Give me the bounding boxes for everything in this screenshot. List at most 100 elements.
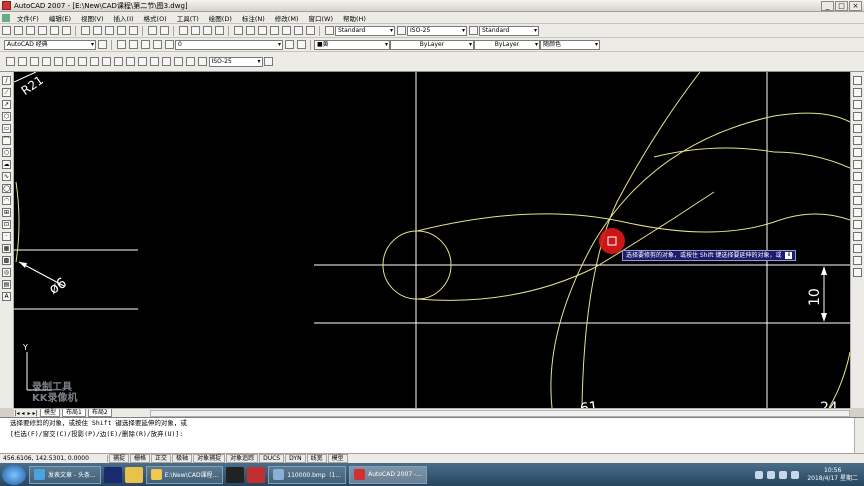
break-icon[interactable]	[853, 219, 862, 229]
maximize-button[interactable]: □	[835, 0, 848, 11]
tolerance-icon[interactable]	[150, 57, 159, 66]
taskbar-item-image[interactable]: 110000.bmp（1...	[268, 465, 347, 484]
ordinate-dim-icon[interactable]	[42, 57, 51, 66]
xline-icon[interactable]: ⟋	[2, 87, 11, 97]
paste-icon[interactable]	[104, 26, 114, 35]
tab-model[interactable]: 模型	[40, 409, 61, 417]
extend-icon[interactable]	[853, 195, 862, 205]
layer-select[interactable]: 0	[175, 39, 283, 50]
workspace-settings-icon[interactable]	[97, 40, 107, 49]
menu-window[interactable]: 窗口(W)	[303, 13, 338, 23]
start-button[interactable]	[2, 464, 26, 485]
ellipse-icon[interactable]: ◯	[2, 183, 11, 193]
taskbar-item-folder[interactable]: E:\New\CAD课程...	[145, 465, 224, 484]
move-icon[interactable]	[853, 135, 862, 145]
flag-icon[interactable]	[791, 470, 800, 479]
recorder-icon[interactable]	[247, 466, 266, 483]
menu-tools[interactable]: 工具(T)	[172, 13, 204, 23]
command-scrollbar[interactable]	[854, 418, 864, 453]
erase-icon[interactable]	[853, 75, 862, 85]
workspace-select[interactable]: AutoCAD 经典	[4, 39, 96, 50]
sun-icon[interactable]	[152, 40, 162, 49]
chamfer-icon[interactable]	[853, 243, 862, 253]
match-properties-icon[interactable]	[116, 26, 126, 35]
publish-icon[interactable]	[61, 26, 71, 35]
print-preview-icon[interactable]	[49, 26, 59, 35]
sheet-set-icon[interactable]	[269, 26, 279, 35]
menu-dimension[interactable]: 标注(N)	[237, 13, 270, 23]
new-icon[interactable]	[1, 26, 11, 35]
drawing-canvas[interactable]: ø6 R21 Y 10 24 选择要修剪的对象，或按住 Shift 键选择要延伸…	[14, 72, 850, 408]
grid-toggle[interactable]: 栅格	[130, 454, 151, 463]
quick-leader-icon[interactable]	[138, 57, 147, 66]
taskbar-item-autocad[interactable]: AutoCAD 2007 -...	[349, 465, 427, 484]
dyn-toggle[interactable]: DYN	[285, 454, 306, 463]
lineweight-select[interactable]: ByLayer	[474, 39, 540, 50]
dim-style-icon[interactable]	[396, 26, 406, 35]
dim-style-manager-icon[interactable]	[264, 57, 273, 66]
help-icon[interactable]	[305, 26, 315, 35]
volume-icon[interactable]	[779, 470, 788, 479]
spline-icon[interactable]: ∿	[2, 171, 11, 181]
dim-style-select-2[interactable]: ISO-25	[208, 56, 263, 67]
layer-manager-icon[interactable]	[116, 40, 126, 49]
command-window[interactable]: 选择要修剪的对象，或按住 Shift 键选择要延伸的对象，或 [栏选(F)/窗交…	[0, 417, 864, 453]
clock[interactable]: 10:56 2018/4/17 星期二	[801, 467, 864, 483]
snap-toggle[interactable]: 捕捉	[109, 454, 130, 463]
circle-icon[interactable]: ○	[2, 147, 11, 157]
tab-layout2[interactable]: 布局2	[87, 409, 112, 417]
diameter-dim-icon[interactable]	[78, 57, 87, 66]
copy-icon[interactable]	[853, 87, 862, 97]
tool-palettes-icon[interactable]	[257, 26, 267, 35]
design-center-icon[interactable]	[245, 26, 255, 35]
array-icon[interactable]	[853, 123, 862, 133]
table-icon[interactable]: ▤	[2, 279, 11, 289]
revcloud-icon[interactable]: ☁	[2, 159, 11, 169]
document-icon[interactable]	[2, 13, 10, 22]
lock-icon[interactable]	[164, 40, 174, 49]
mtext-icon[interactable]: A	[2, 291, 11, 301]
photoshop-icon[interactable]	[103, 466, 122, 483]
quick-dim-icon[interactable]	[102, 57, 111, 66]
menu-view[interactable]: 视图(V)	[76, 13, 109, 23]
insert-block-icon[interactable]: ⊞	[2, 207, 11, 217]
continue-dim-icon[interactable]	[126, 57, 135, 66]
tab-layout1[interactable]: 布局1	[62, 409, 86, 417]
otrack-toggle[interactable]: 对象追踪	[226, 454, 259, 463]
menu-insert[interactable]: 插入(I)	[109, 13, 139, 23]
dim-style-select[interactable]: ISO-25	[407, 25, 467, 36]
ducs-toggle[interactable]: DUCS	[259, 454, 285, 463]
ellipse-arc-icon[interactable]: ◠	[2, 195, 11, 205]
aligned-dim-icon[interactable]	[18, 57, 27, 66]
join-icon[interactable]	[853, 231, 862, 241]
open-icon[interactable]	[13, 26, 23, 35]
table-style-select[interactable]: Standard	[479, 25, 539, 36]
markup-icon[interactable]	[281, 26, 291, 35]
taskbar-item-browser[interactable]: 发表文章 - 头条...	[29, 465, 101, 484]
text-style-select[interactable]: Standard	[335, 25, 395, 36]
menu-file[interactable]: 文件(F)	[12, 13, 44, 23]
polar-toggle[interactable]: 极轴	[172, 454, 193, 463]
radius-dim-icon[interactable]	[54, 57, 63, 66]
cut-icon[interactable]	[80, 26, 90, 35]
linear-dim-icon[interactable]	[6, 57, 15, 66]
polyline-icon[interactable]: ↗	[2, 99, 11, 109]
layer-previous-icon[interactable]	[296, 40, 306, 49]
dim-text-edit-icon[interactable]	[186, 57, 195, 66]
osnap-toggle[interactable]: 对象捕捉	[193, 454, 226, 463]
redo-icon[interactable]	[159, 26, 169, 35]
ortho-toggle[interactable]: 正交	[151, 454, 172, 463]
make-block-icon[interactable]: ⊡	[2, 219, 11, 229]
tab-last-button[interactable]: ▸|	[32, 410, 38, 417]
pan-icon[interactable]	[178, 26, 188, 35]
zoom-window-icon[interactable]	[202, 26, 212, 35]
make-current-layer-icon[interactable]	[284, 40, 294, 49]
arc-length-icon[interactable]	[30, 57, 39, 66]
print-icon[interactable]	[37, 26, 47, 35]
angular-dim-icon[interactable]	[90, 57, 99, 66]
zoom-previous-icon[interactable]	[214, 26, 224, 35]
block-editor-icon[interactable]	[128, 26, 138, 35]
network-icon[interactable]	[767, 470, 776, 479]
linetype-select[interactable]: ByLayer	[390, 39, 474, 50]
dim-update-icon[interactable]	[198, 57, 207, 66]
